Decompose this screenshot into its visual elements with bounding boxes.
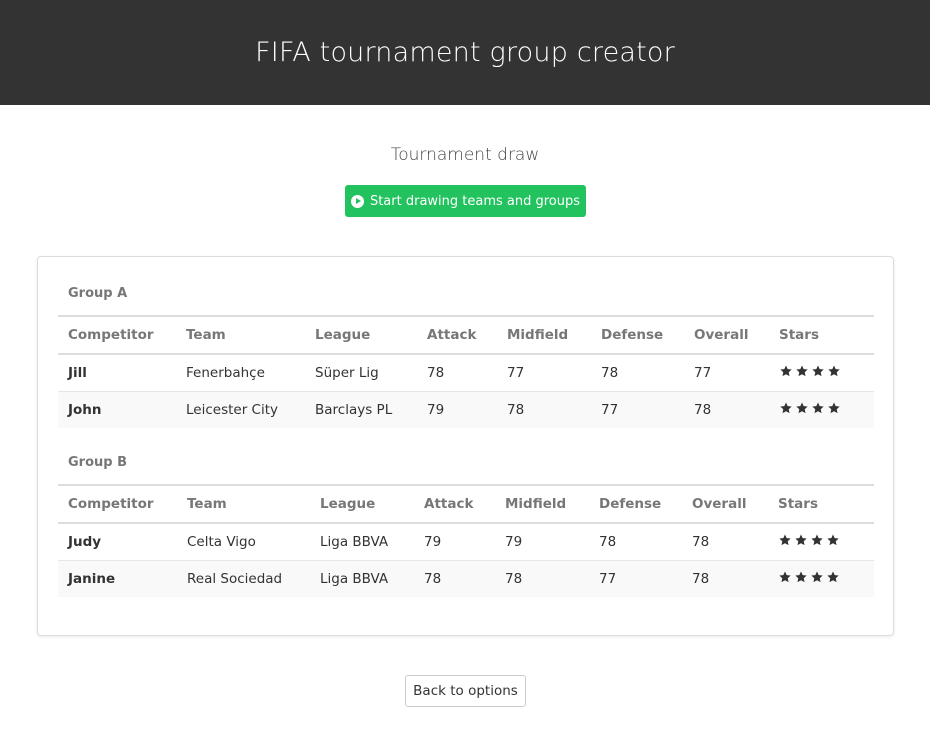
start-drawing-button[interactable]: Start drawing teams and groups	[345, 185, 586, 217]
attack-cell: 79	[414, 523, 495, 561]
column-header-attack[interactable]: Attack	[414, 484, 495, 524]
star-icon	[778, 570, 792, 584]
overall-cell: 77	[684, 354, 769, 392]
league-cell: Liga BBVA	[310, 523, 414, 561]
group-b-table: Competitor Team League Attack Midfield D…	[58, 484, 874, 597]
midfield-cell: 78	[497, 391, 591, 428]
star-icon	[811, 364, 825, 378]
column-header-overall[interactable]: Overall	[682, 484, 768, 524]
league-cell: Liga BBVA	[310, 560, 414, 597]
draw-section-title: Tournament draw	[390, 145, 540, 165]
stars-cell	[768, 523, 874, 561]
star-icon	[794, 570, 808, 584]
team-cell: Fenerbahçe	[176, 354, 305, 392]
team-cell: Real Sociedad	[177, 560, 310, 597]
table-row: Janine Real Sociedad Liga BBVA 78 78 77 …	[58, 560, 874, 597]
groups-panel: Group A Competitor Team League Attack Mi…	[37, 256, 894, 636]
midfield-cell: 78	[495, 560, 589, 597]
table-row: Judy Celta Vigo Liga BBVA 79 79 78 78	[58, 523, 874, 561]
midfield-cell: 77	[497, 354, 591, 392]
group-b: Group B Competitor Team League Attack Mi…	[58, 454, 874, 597]
table-row: Jill Fenerbahçe Süper Lig 78 77 78 77	[58, 354, 874, 392]
group-a: Group A Competitor Team League Attack Mi…	[58, 285, 874, 428]
stars-cell	[769, 391, 874, 428]
defense-cell: 77	[591, 391, 684, 428]
defense-cell: 78	[591, 354, 684, 392]
column-header-midfield[interactable]: Midfield	[497, 315, 591, 355]
competitor-cell: John	[58, 391, 176, 428]
column-header-stars[interactable]: Stars	[769, 315, 874, 355]
star-icon	[810, 570, 824, 584]
star-icon	[810, 533, 824, 547]
star-icon	[778, 533, 792, 547]
attack-cell: 78	[414, 560, 495, 597]
attack-cell: 79	[417, 391, 497, 428]
column-header-defense[interactable]: Defense	[591, 315, 684, 355]
star-icon	[827, 401, 841, 415]
overall-cell: 78	[682, 560, 768, 597]
star-rating	[779, 401, 841, 415]
back-to-options-button[interactable]: Back to options	[405, 675, 526, 707]
group-title: Group A	[68, 286, 128, 301]
overall-cell: 78	[682, 523, 768, 561]
competitor-cell: Jill	[58, 354, 176, 392]
page-header: FIFA tournament group creator	[0, 0, 930, 105]
column-header-competitor[interactable]: Competitor	[58, 484, 177, 524]
star-icon	[795, 401, 809, 415]
column-header-team[interactable]: Team	[177, 484, 310, 524]
star-icon	[826, 533, 840, 547]
midfield-cell: 79	[495, 523, 589, 561]
column-header-team[interactable]: Team	[176, 315, 305, 355]
league-cell: Barclays PL	[305, 391, 417, 428]
overall-cell: 78	[684, 391, 769, 428]
star-rating	[778, 533, 840, 547]
stars-cell	[768, 560, 874, 597]
defense-cell: 77	[589, 560, 682, 597]
stars-cell	[769, 354, 874, 392]
column-header-midfield[interactable]: Midfield	[495, 484, 589, 524]
table-header-row: Competitor Team League Attack Midfield D…	[58, 484, 874, 524]
start-drawing-label: Start drawing teams and groups	[369, 193, 581, 209]
group-title: Group B	[68, 455, 128, 470]
star-icon	[811, 401, 825, 415]
column-header-overall[interactable]: Overall	[684, 315, 769, 355]
competitor-cell: Janine	[58, 560, 177, 597]
team-cell: Leicester City	[176, 391, 305, 428]
star-icon	[779, 364, 793, 378]
page-title: FIFA tournament group creator	[255, 37, 675, 68]
group-a-table: Competitor Team League Attack Midfield D…	[58, 315, 874, 428]
table-header-row: Competitor Team League Attack Midfield D…	[58, 315, 874, 355]
star-icon	[794, 533, 808, 547]
star-icon	[779, 401, 793, 415]
play-circle-icon	[350, 194, 364, 208]
competitor-cell: Judy	[58, 523, 177, 561]
star-icon	[795, 364, 809, 378]
column-header-competitor[interactable]: Competitor	[58, 315, 176, 355]
column-header-attack[interactable]: Attack	[417, 315, 497, 355]
star-icon	[827, 364, 841, 378]
star-rating	[779, 364, 841, 378]
star-rating	[778, 570, 840, 584]
team-cell: Celta Vigo	[177, 523, 310, 561]
league-cell: Süper Lig	[305, 354, 417, 392]
attack-cell: 78	[417, 354, 497, 392]
column-header-stars[interactable]: Stars	[768, 484, 874, 524]
column-header-defense[interactable]: Defense	[589, 484, 682, 524]
table-row: John Leicester City Barclays PL 79 78 77…	[58, 391, 874, 428]
column-header-league[interactable]: League	[305, 315, 417, 355]
column-header-league[interactable]: League	[310, 484, 414, 524]
star-icon	[826, 570, 840, 584]
defense-cell: 78	[589, 523, 682, 561]
